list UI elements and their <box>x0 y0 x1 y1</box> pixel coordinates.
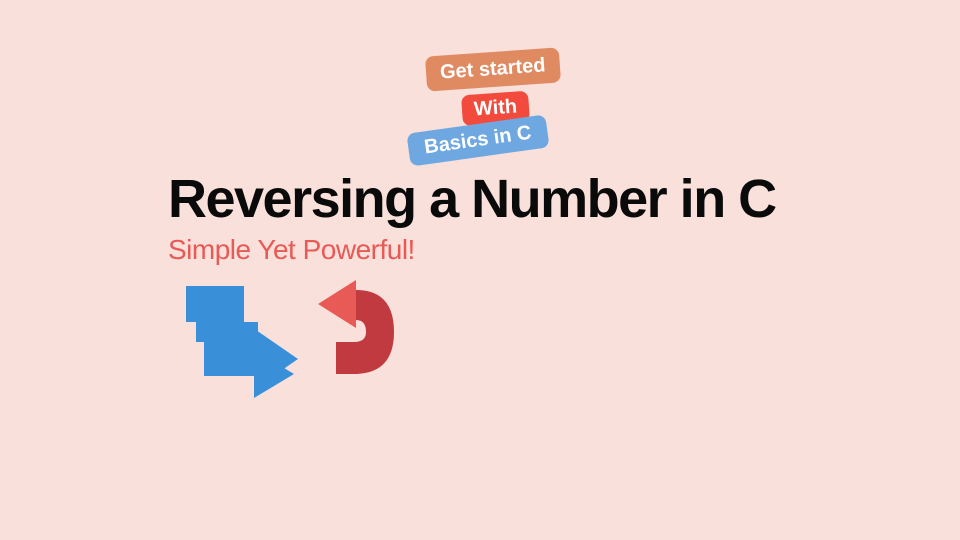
badge-get-started: Get started <box>425 47 561 91</box>
arrow-graphic <box>186 280 406 405</box>
page-title: Reversing a Number in C <box>168 168 776 230</box>
page-subtitle: Simple Yet Powerful! <box>168 234 415 266</box>
forward-reverse-arrows-icon <box>186 280 406 400</box>
